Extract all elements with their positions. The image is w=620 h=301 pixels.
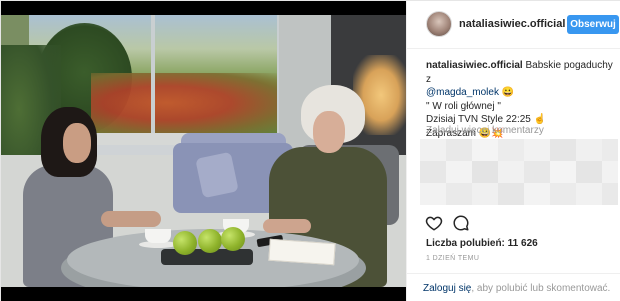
caption-emoji: 😀	[501, 87, 515, 98]
header-username[interactable]: nataliasiwiec.official	[459, 18, 565, 30]
post-image[interactable]	[1, 1, 406, 301]
scene-apple	[173, 231, 197, 255]
likes-count[interactable]: Liczba polubień: 11 626	[426, 238, 538, 249]
scene-apple	[221, 227, 245, 251]
avatar[interactable]	[426, 11, 452, 37]
post-footer: Zaloguj się, aby polubić lub skomentować…	[407, 273, 620, 301]
scene-apple	[198, 229, 222, 253]
load-more-comments-link[interactable]: Załaduj więcej komentarzy	[426, 125, 544, 136]
follow-button[interactable]: Obserwuj	[567, 15, 619, 34]
caption-mention[interactable]: @magda_molek	[426, 87, 499, 98]
scene-book	[268, 238, 336, 266]
photo-scene	[1, 15, 406, 287]
login-link[interactable]: Zaloguj się	[423, 283, 471, 294]
comment-icon[interactable]	[452, 214, 470, 232]
post-timestamp[interactable]: 1 DZIEŃ TEMU	[426, 255, 479, 262]
caption-username[interactable]: nataliasiwiec.official	[426, 60, 523, 71]
post-header: nataliasiwiec.official Obserwuj	[407, 1, 620, 49]
scene-hedge	[91, 73, 281, 133]
blurred-comments	[420, 139, 618, 205]
scene-window-frame	[151, 15, 155, 137]
post-sidebar: nataliasiwiec.official Obserwuj natalias…	[406, 1, 620, 301]
person-left-hands	[101, 211, 161, 227]
person-left-face	[63, 123, 91, 163]
person-right-face	[313, 111, 345, 153]
login-prompt-text: , aby polubić lub skomentować.	[471, 283, 611, 294]
caption-line: " W roli głównej "	[426, 100, 501, 112]
login-prompt: Zaloguj się, aby polubić lub skomentować…	[423, 283, 610, 294]
scene-cup	[145, 229, 171, 243]
caption-line: Dzisiaj TVN Style 22:25	[426, 114, 531, 125]
likes-number: 11 626	[507, 238, 538, 249]
post-actions	[425, 214, 485, 234]
person-right-hands	[263, 219, 311, 233]
heart-icon[interactable]	[425, 214, 443, 232]
instagram-post-embed: nataliasiwiec.official Obserwuj natalias…	[0, 0, 620, 301]
likes-label: Liczba polubień:	[426, 238, 505, 249]
caption-emoji: ☝	[533, 114, 547, 125]
